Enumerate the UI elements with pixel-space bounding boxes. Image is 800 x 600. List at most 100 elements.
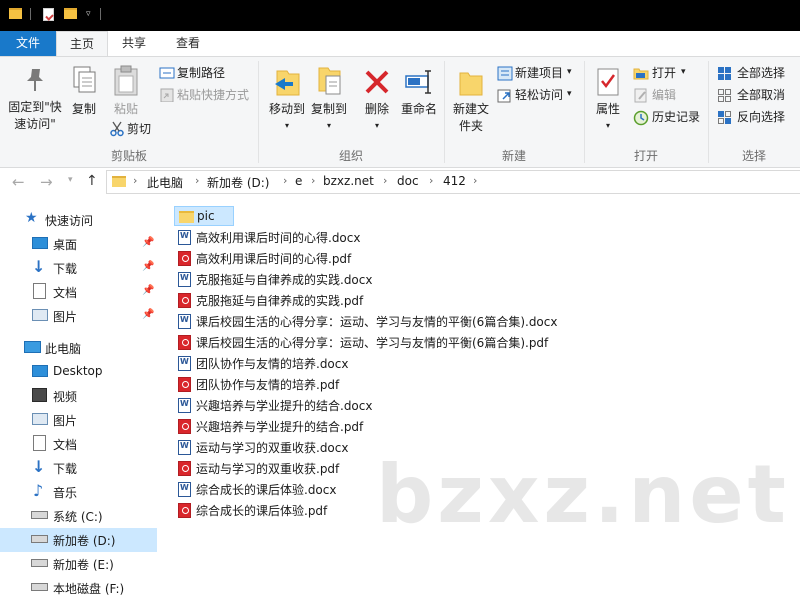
word-document-icon xyxy=(178,398,191,413)
sidebar-item-pictures-pc[interactable]: 图片 xyxy=(0,408,157,432)
sidebar-item-documents-pc[interactable]: 文档 xyxy=(0,432,157,456)
forward-arrow-icon[interactable]: → xyxy=(40,173,53,191)
pin-icon[interactable]: 📌 xyxy=(142,285,154,296)
new-folder-icon[interactable] xyxy=(64,8,77,19)
sidebar-item-drive-e[interactable]: 新加卷 (E:) xyxy=(0,552,157,576)
list-item[interactable]: 高效利用课后时间的心得.docx xyxy=(174,227,594,247)
document-icon xyxy=(33,435,46,451)
chevron-right-icon[interactable]: › xyxy=(311,174,315,187)
sidebar-label: Desktop xyxy=(53,364,103,378)
chevron-right-icon[interactable]: › xyxy=(383,174,387,187)
new-group-label: 新建 xyxy=(501,149,526,163)
separator xyxy=(30,8,31,20)
computer-icon xyxy=(24,341,41,353)
sidebar-label: 图片 xyxy=(53,310,78,324)
file-name: 运动与学习的双重收获.docx xyxy=(196,441,349,455)
copy-path-label: 复制路径 xyxy=(177,66,226,80)
chevron-right-icon[interactable]: › xyxy=(429,174,433,187)
new-item-icon xyxy=(497,66,513,81)
breadcrumb-e[interactable]: e xyxy=(295,174,302,188)
breadcrumb-412[interactable]: 412 xyxy=(443,174,466,188)
pin-icon[interactable]: 📌 xyxy=(142,309,154,320)
breadcrumb-this-pc[interactable]: 此电脑 xyxy=(147,174,183,191)
drive-icon xyxy=(31,511,48,519)
tab-view[interactable]: 查看 xyxy=(160,31,216,56)
file-name: 团队协作与友情的培养.pdf xyxy=(196,378,340,392)
separator xyxy=(100,8,101,20)
list-item[interactable]: 兴趣培养与学业提升的结合.pdf xyxy=(174,416,594,436)
tab-share[interactable]: 共享 xyxy=(108,31,160,56)
scissors-icon xyxy=(110,121,124,137)
breadcrumb-doc[interactable]: doc xyxy=(397,174,419,188)
pdf-icon xyxy=(178,461,191,476)
list-item[interactable]: 课后校园生活的心得分享：运动、学习与友情的平衡(6篇合集).docx xyxy=(174,311,594,331)
file-name: 兴趣培养与学业提升的结合.docx xyxy=(196,399,373,413)
sidebar-item-desktop-pc[interactable]: Desktop xyxy=(0,360,157,384)
word-document-icon xyxy=(178,272,191,287)
word-document-icon xyxy=(178,440,191,455)
tab-home[interactable]: 主页 xyxy=(56,31,108,57)
chevron-down-icon: ▾ xyxy=(567,67,572,77)
copy-to-label: 复制到 xyxy=(310,102,347,116)
watermark: bzxz.net xyxy=(376,448,790,541)
pin-icon[interactable]: 📌 xyxy=(142,261,154,272)
list-item[interactable]: 高效利用课后时间的心得.pdf xyxy=(174,248,594,268)
recent-locations-chevron-icon[interactable]: ▾ xyxy=(68,175,73,185)
list-item[interactable]: pic xyxy=(174,206,234,226)
download-arrow-icon: ↓ xyxy=(32,257,46,276)
sidebar-item-drive-f[interactable]: 本地磁盘 (F:) xyxy=(0,576,157,600)
chevron-right-icon[interactable]: › xyxy=(473,174,477,187)
file-name: 团队协作与友情的培养.docx xyxy=(196,357,349,371)
breadcrumb-bzxz[interactable]: bzxz.net xyxy=(323,174,374,188)
chevron-right-icon[interactable]: › xyxy=(195,174,199,187)
list-item[interactable]: 克服拖延与自律养成的实践.pdf xyxy=(174,290,594,310)
pin-icon[interactable]: 📌 xyxy=(142,237,154,248)
download-arrow-icon: ↓ xyxy=(32,457,46,476)
sidebar-item-music[interactable]: ♪ 音乐 xyxy=(0,480,157,504)
sidebar-label: 系统 (C:) xyxy=(53,510,103,524)
list-item[interactable]: 课后校园生活的心得分享：运动、学习与友情的平衡(6篇合集).pdf xyxy=(174,332,594,352)
sidebar-quick-access[interactable]: ★ 快速访问 xyxy=(0,208,157,232)
up-arrow-icon[interactable]: ↑ xyxy=(86,173,98,189)
file-name: 运动与学习的双重收获.pdf xyxy=(196,462,340,476)
title-bar: ▿ xyxy=(0,0,800,31)
list-item[interactable]: 兴趣培养与学业提升的结合.docx xyxy=(174,395,594,415)
sidebar-item-desktop[interactable]: 桌面 📌 xyxy=(0,232,157,256)
drive-icon xyxy=(31,535,48,543)
sidebar-label: 图片 xyxy=(53,414,78,428)
list-item[interactable]: 团队协作与友情的培养.docx xyxy=(174,353,594,373)
edit-label: 编辑 xyxy=(652,88,677,102)
sidebar-item-videos[interactable]: 视频 xyxy=(0,384,157,408)
breadcrumb-drive-d[interactable]: 新加卷 (D:) xyxy=(207,174,269,191)
chevron-down-icon[interactable]: ▿ xyxy=(86,9,91,19)
chevron-right-icon[interactable]: › xyxy=(283,174,287,187)
organize-group-label: 组织 xyxy=(338,149,363,163)
sidebar-item-pictures[interactable]: 图片 📌 xyxy=(0,304,157,328)
properties-icon[interactable] xyxy=(43,8,54,21)
pdf-icon xyxy=(178,293,191,308)
sidebar-item-downloads[interactable]: ↓ 下载 📌 xyxy=(0,256,157,280)
new-folder-label: 新建文件夹 xyxy=(452,102,489,133)
list-item[interactable]: 克服拖延与自律养成的实践.docx xyxy=(174,269,594,289)
address-bar[interactable]: › 此电脑 › 新加卷 (D:) › e › bzxz.net › doc › … xyxy=(106,170,800,194)
new-item-label: 新建项目 xyxy=(515,66,564,80)
word-document-icon xyxy=(178,230,191,245)
sidebar-item-documents[interactable]: 文档 📌 xyxy=(0,280,157,304)
word-document-icon xyxy=(178,356,191,371)
back-arrow-icon[interactable]: ← xyxy=(12,173,25,191)
sidebar-item-drive-d[interactable]: 新加卷 (D:) xyxy=(0,528,157,552)
invert-selection-icon xyxy=(718,111,731,124)
sidebar-item-drive-c[interactable]: 系统 (C:) xyxy=(0,504,157,528)
list-item[interactable]: 团队协作与友情的培养.pdf xyxy=(174,374,594,394)
sidebar-item-downloads-pc[interactable]: ↓ 下载 xyxy=(0,456,157,480)
chevron-right-icon[interactable]: › xyxy=(133,174,137,187)
open-group-label: 打开 xyxy=(633,149,658,163)
select-all-icon xyxy=(718,67,731,80)
copy-path-icon xyxy=(159,67,175,79)
pdf-icon xyxy=(178,251,191,266)
cut-label: 剪切 xyxy=(127,122,152,136)
desktop-icon xyxy=(32,365,48,377)
pin-label: 固定到"快速访问" xyxy=(8,100,62,131)
sidebar-this-pc[interactable]: 此电脑 xyxy=(0,336,157,360)
tab-file[interactable]: 文件 xyxy=(0,31,56,56)
